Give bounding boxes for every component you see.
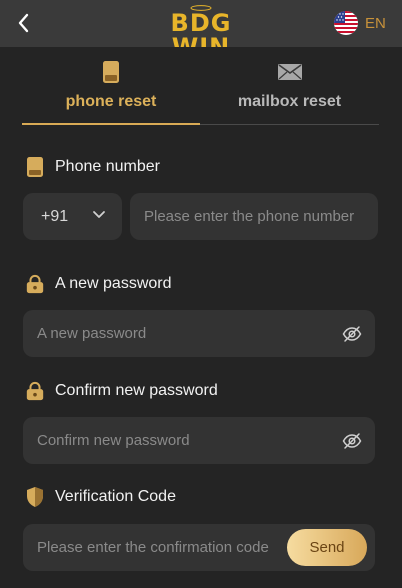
confirm-password-label-text: Confirm new password	[55, 382, 218, 399]
brand-logo: BDG WIN	[140, 5, 262, 62]
phone-number-placeholder: Please enter the phone number	[144, 208, 355, 225]
confirm-password-input[interactable]: Confirm new password	[23, 417, 375, 464]
tab-phone-reset[interactable]: phone reset	[22, 57, 200, 125]
verification-code-placeholder: Please enter the confirmation code	[37, 539, 269, 556]
new-password-input[interactable]: A new password	[23, 310, 375, 357]
eye-off-icon[interactable]	[342, 324, 362, 344]
shield-icon	[25, 486, 45, 508]
reset-form: phone reset mailbox reset Phone number +…	[0, 47, 402, 588]
us-flag-icon	[334, 11, 358, 35]
chevron-left-icon	[18, 13, 29, 33]
send-code-button[interactable]: Send	[287, 529, 367, 566]
new-password-label: A new password	[25, 273, 172, 295]
top-bar: BDG WIN EN	[0, 0, 402, 62]
verification-code-label: Verification Code	[25, 486, 176, 508]
phone-icon	[25, 156, 45, 178]
new-password-placeholder: A new password	[37, 325, 147, 342]
eye-off-icon[interactable]	[342, 431, 362, 451]
lock-icon	[25, 380, 45, 402]
new-password-label-text: A new password	[55, 275, 172, 292]
verification-code-label-text: Verification Code	[55, 488, 176, 505]
country-code-value: +91	[41, 207, 69, 225]
active-tab-indicator	[22, 123, 200, 125]
confirm-password-label: Confirm new password	[25, 380, 218, 402]
phone-number-label-text: Phone number	[55, 158, 160, 175]
country-code-select[interactable]: +91	[23, 193, 122, 240]
lock-icon	[25, 273, 45, 295]
back-button[interactable]	[14, 11, 34, 35]
chevron-down-icon	[93, 211, 105, 218]
phone-number-input[interactable]: Please enter the phone number	[130, 193, 378, 240]
tab-mailbox-reset[interactable]: mailbox reset	[200, 57, 379, 125]
tab-mailbox-label: mailbox reset	[237, 93, 342, 110]
language-selector[interactable]: EN	[334, 11, 386, 35]
phone-number-label: Phone number	[25, 156, 160, 178]
tab-phone-label: phone reset	[65, 93, 157, 110]
language-label: EN	[365, 14, 386, 32]
mail-icon	[277, 64, 302, 80]
confirm-password-placeholder: Confirm new password	[37, 432, 190, 449]
phone-icon	[103, 61, 119, 83]
reset-tabs: phone reset mailbox reset	[22, 57, 379, 125]
